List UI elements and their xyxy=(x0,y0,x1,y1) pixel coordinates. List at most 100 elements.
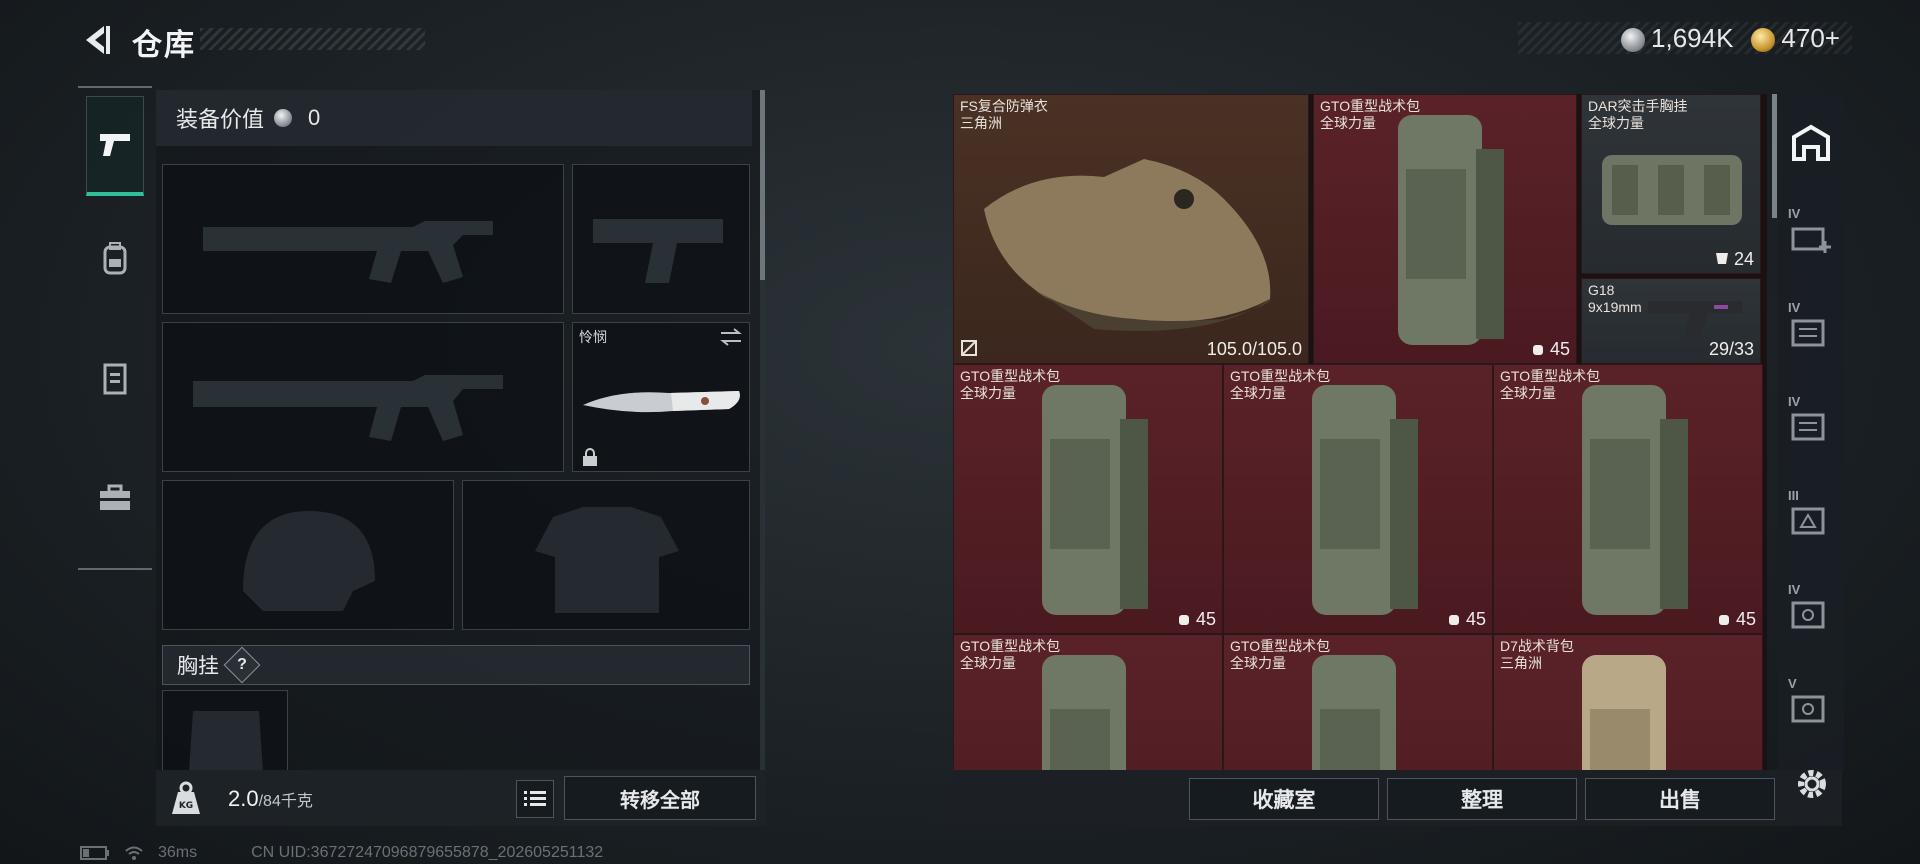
storage-item-backpack[interactable]: GTO重型战术包 全球力量 45 xyxy=(1223,364,1493,634)
item-origin: 三角洲 xyxy=(1500,655,1542,671)
transfer-all-button[interactable]: 转移全部 xyxy=(564,776,756,820)
secondary-weapon-slot[interactable] xyxy=(162,322,564,472)
back-button[interactable] xyxy=(78,22,114,58)
item-origin: 全球力量 xyxy=(1230,385,1286,401)
sort-button[interactable]: 整理 xyxy=(1387,778,1577,820)
pistol-icon xyxy=(1648,301,1742,337)
tab-storage-home[interactable] xyxy=(1786,118,1836,168)
currency-bar: 1,694K 470+ xyxy=(1518,22,1852,54)
item-name: GTO重型战术包 xyxy=(1230,638,1331,654)
gold-currency[interactable]: 470+ xyxy=(1751,23,1840,54)
storage-item-pistol[interactable]: G18 9x19mm 29/33 xyxy=(1581,278,1761,364)
swap-icon[interactable] xyxy=(719,327,743,347)
tab-tier-label: IV xyxy=(1788,300,1801,315)
chest-rig-label: 胸挂 xyxy=(177,655,219,678)
battery-icon xyxy=(80,846,109,860)
wifi-icon xyxy=(125,846,143,860)
item-origin: 全球力量 xyxy=(960,655,1016,671)
storage-home-icon xyxy=(1792,124,1830,161)
lock-icon xyxy=(583,448,597,466)
silver-coin-icon xyxy=(1621,27,1646,52)
tab-storage-5[interactable]: V xyxy=(1786,676,1836,730)
backpack-icon xyxy=(1042,385,1148,615)
storage-item-backpack[interactable]: GTO重型战术包 全球力量 45 xyxy=(953,364,1223,634)
item-capacity: 45 xyxy=(1177,609,1216,630)
tab-storage-4[interactable]: IV xyxy=(1786,582,1836,636)
pistol-slot[interactable] xyxy=(572,164,750,314)
collection-room-button[interactable]: 收藏室 xyxy=(1189,778,1379,820)
silver-currency[interactable]: 1,694K xyxy=(1621,23,1733,54)
add-storage-icon xyxy=(1791,227,1831,253)
item-origin: 全球力量 xyxy=(1588,115,1644,131)
backpack-icon xyxy=(103,242,127,275)
sell-button[interactable]: 出售 xyxy=(1585,778,1775,820)
left-category-rail xyxy=(78,86,152,570)
tab-weapons[interactable] xyxy=(86,96,144,196)
primary-weapon-slot[interactable] xyxy=(162,164,564,314)
left-bottom-bar: KG 2.0/84千克 转移全部 xyxy=(156,770,766,826)
storage-item-backpack[interactable]: D7战术背包 三角洲 xyxy=(1493,634,1763,770)
equipment-scrollbar[interactable] xyxy=(760,90,765,770)
item-name: DAR突击手胸挂 xyxy=(1588,98,1688,114)
chest-rig-header: 胸挂 ? xyxy=(162,645,750,685)
storage-item-backpack[interactable]: GTO重型战术包 全球力量 45 xyxy=(1313,94,1577,364)
storage-item-chest-rig[interactable]: DAR突击手胸挂 全球力量 24 xyxy=(1581,94,1761,274)
toolbox-icon xyxy=(100,484,130,510)
tab-storage-2[interactable]: IV xyxy=(1786,394,1836,448)
gold-amount: 470+ xyxy=(1781,22,1840,53)
item-capacity: 45 xyxy=(1447,609,1486,630)
storage-box-icon xyxy=(1791,695,1825,723)
rifle-silhouette-icon xyxy=(203,221,493,283)
backpack-icon xyxy=(1582,655,1666,770)
tab-vest[interactable] xyxy=(86,328,144,428)
equipment-value-label: 装备价值 xyxy=(176,107,265,132)
item-capacity: 24 xyxy=(1715,249,1754,270)
item-origin: 全球力量 xyxy=(1230,655,1286,671)
tab-tier-label: V xyxy=(1788,676,1797,691)
item-capacity: 45 xyxy=(1717,609,1756,630)
tab-storage-3[interactable]: III xyxy=(1786,488,1836,542)
melee-name: 怜悯 xyxy=(579,329,607,345)
help-icon[interactable]: ? xyxy=(223,646,261,684)
item-name: GTO重型战术包 xyxy=(960,368,1061,384)
weight-readout: 2.0/84千克 xyxy=(228,786,313,812)
chest-rig-slot[interactable] xyxy=(162,690,288,771)
settings-gear-icon[interactable] xyxy=(1790,762,1834,806)
storage-item-vest[interactable]: FS复合防弹衣 三角洲 105.0/105.0 xyxy=(953,94,1309,364)
no-repair-icon xyxy=(961,340,977,356)
tab-add-storage[interactable]: IV xyxy=(1786,206,1836,260)
item-name: GTO重型战术包 xyxy=(1230,368,1331,384)
item-name: FS复合防弹衣 xyxy=(960,98,1048,114)
equipment-panel: 装备价值 0 怜悯 胸挂 ? KG 2.0/84千克 转移全部 xyxy=(156,90,766,826)
bag-icon xyxy=(1448,615,1459,625)
uid-readout: CN UID:36727247096879655878_202605251132 xyxy=(251,844,604,861)
list-icon xyxy=(524,791,546,806)
knife-icon xyxy=(583,391,740,413)
storage-scrollbar[interactable] xyxy=(1772,94,1777,218)
chest-rig-silhouette-icon xyxy=(189,711,263,771)
item-origin: 全球力量 xyxy=(960,385,1016,401)
armor-slot[interactable] xyxy=(462,480,750,630)
item-origin: 全球力量 xyxy=(1500,385,1556,401)
item-name: GTO重型战术包 xyxy=(960,638,1061,654)
bag-icon xyxy=(1178,615,1189,625)
status-bar: 36ms CN UID:36727247096879655878_2026052… xyxy=(80,844,603,862)
tab-tier-label: III xyxy=(1788,488,1799,503)
storage-item-backpack[interactable]: GTO重型战术包 全球力量 45 xyxy=(1493,364,1763,634)
melee-slot[interactable]: 怜悯 xyxy=(572,322,750,472)
list-view-button[interactable] xyxy=(516,780,554,818)
weight-capacity: /84千克 xyxy=(258,793,313,810)
helmet-slot[interactable] xyxy=(162,480,454,630)
storage-box-icon xyxy=(1791,413,1825,441)
storage-action-bar: 收藏室 整理 出售 xyxy=(953,770,1842,826)
tab-backpack[interactable] xyxy=(86,208,144,308)
tab-toolbox[interactable] xyxy=(86,448,144,548)
item-durability: 105.0/105.0 xyxy=(1206,339,1302,359)
storage-box-icon xyxy=(1791,319,1825,347)
tab-storage-1[interactable]: IV xyxy=(1786,300,1836,354)
storage-item-backpack[interactable]: GTO重型战术包 全球力量 xyxy=(953,634,1223,770)
storage-item-backpack[interactable]: GTO重型战术包 全球力量 xyxy=(1223,634,1493,770)
item-capacity: 45 xyxy=(1531,339,1570,360)
bag-icon xyxy=(1532,345,1543,355)
page-title: 仓库 xyxy=(132,29,196,62)
